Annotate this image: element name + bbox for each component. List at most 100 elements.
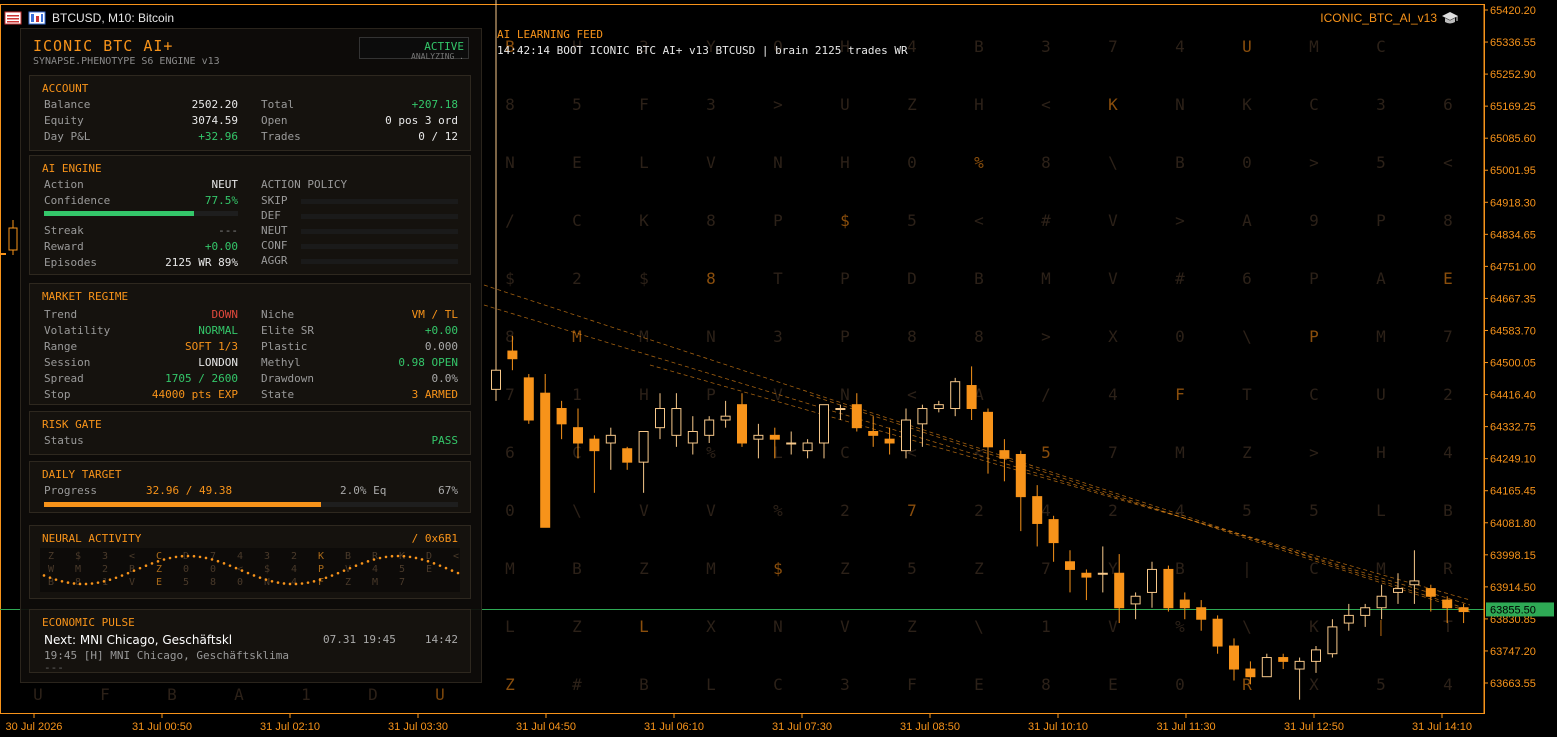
neural-wave-dot [414,556,418,560]
matrix-glyph: 2 [840,501,850,520]
neural-wave-dot [372,558,376,561]
candle-body [605,434,616,444]
matrix-glyph: 2 [572,269,582,288]
neural-wave-dot [270,579,274,583]
matrix-glyph: T [1443,617,1453,636]
matrix-glyph: F [1175,385,1185,404]
methyl-label: Methyl [261,356,301,369]
matrix-glyph: M [1376,327,1386,346]
neural-glyph: 1 [102,577,108,588]
economic-pulse-title: ECONOMIC PULSE [42,616,135,629]
neural-activity-section: NEURAL ACTIVITY / 0x6B1 Z $3 < C D 7 4 3 2 K B R K D <… [29,525,471,599]
matrix-glyph: N [773,153,783,172]
neural-wave-dot [60,579,64,583]
range-value: SOFT 1/3 [185,340,238,353]
neural-glyph: 3 [102,551,108,562]
neural-wave-dot [426,559,430,563]
candle-body [819,404,829,444]
state-label: State [261,388,295,401]
neural-wave-dot [78,582,82,586]
spread-label: Spread [44,372,84,385]
time-tick-label: 30 Jul 2026 [6,721,63,733]
matrix-glyph: V [1108,617,1118,636]
neural-glyph: F [318,577,324,588]
neural-glyph: 4 [372,564,378,575]
matrix-glyph: 8 [1041,675,1051,694]
expert-advisor-icon[interactable] [28,11,46,25]
time-tick-label: 31 Jul 06:10 [644,721,704,733]
candle-body [1163,568,1174,609]
candle-body [769,434,780,440]
matrix-glyph: < [1443,153,1453,172]
matrix-glyph: H [1376,443,1386,462]
neural-wave-dot [162,558,166,561]
matrix-glyph: H [840,153,850,172]
matrix-glyph: \ [1108,153,1118,172]
matrix-glyph: R [1443,559,1453,578]
matrix-glyph: % [773,501,783,520]
candle-body [1015,453,1026,498]
neural-wave-dot [432,562,436,565]
market-regime-title: MARKET REGIME [42,290,129,303]
candle-body [1229,645,1239,670]
candle-body [1442,599,1453,609]
neural-glyph: N [264,577,270,588]
matrix-glyph: F [100,685,110,704]
time-tick-label: 31 Jul 04:50 [516,721,576,733]
neural-glyph: 5 [399,564,405,575]
trend-value: DOWN [211,308,239,321]
neural-wave-dot [174,555,178,559]
matrix-glyph: B [974,269,984,288]
matrix-glyph: 8 [706,269,716,288]
neural-wave-dot [240,569,244,572]
matrix-glyph: | [1376,617,1386,636]
matrix-glyph: 5 [1309,501,1319,520]
candle-body [1409,580,1420,586]
time-tick-label: 31 Jul 10:10 [1028,721,1088,733]
price-tick-label: 63998.15 [1490,550,1536,562]
candle-body [835,408,846,411]
matrix-glyph: 7 [1108,37,1118,56]
neural-glyph: E [426,564,432,575]
candle-body [1294,660,1305,670]
matrix-glyph: 5 [1242,501,1252,520]
daily-target-section: DAILY TARGET Progress 32.96 / 49.38 2.0%… [29,461,471,513]
neural-wave-dot [210,558,214,561]
matrix-glyph: P [840,327,850,346]
matrix-glyph: 0 [1175,675,1185,694]
candle-body [1048,519,1059,544]
matrix-glyph: 1 [1041,617,1051,636]
ea-name-label[interactable]: ICONIC_BTC_AI_v13 [1320,11,1459,25]
matrix-glyph: P [1309,327,1319,346]
status-subtext: ANALYZING . [411,52,464,61]
equity-value: 3074.59 [191,114,238,127]
matrix-glyph: Z [907,95,917,114]
matrix-glyph: 4 [1041,501,1051,520]
volatility-value: NORMAL [198,324,238,337]
matrix-glyph: 1 [301,685,311,704]
matrix-glyph: 6 [1443,95,1453,114]
time-tick-label: 31 Jul 11:30 [1156,721,1215,733]
matrix-glyph: 8 [706,211,716,230]
neural-wave-dot [348,566,352,570]
matrix-glyph: X [706,617,716,636]
matrix-glyph: < [974,443,984,462]
neural-glyph: 0 [210,564,216,575]
elite-value: +0.00 [424,324,458,337]
chart-window-icon[interactable] [4,11,22,25]
matrix-glyph: 5 [1041,443,1051,462]
matrix-glyph: Z [907,617,917,636]
matrix-glyph: V [840,617,850,636]
matrix-glyph: 2 [974,501,984,520]
neural-wave-dot [48,576,52,579]
matrix-glyph: 4 [1108,385,1118,404]
policy-label: NEUT [261,224,288,237]
matrix-glyph: # [1175,269,1185,288]
neural-glyph: 5 [183,577,189,588]
matrix-glyph: 5 [907,559,917,578]
neural-wave-dot [450,569,454,572]
neural-wave-dot [246,571,250,575]
matrix-glyph: M [706,559,716,578]
matrix-glyph: C [572,211,582,230]
matrix-glyph: < [1041,95,1051,114]
